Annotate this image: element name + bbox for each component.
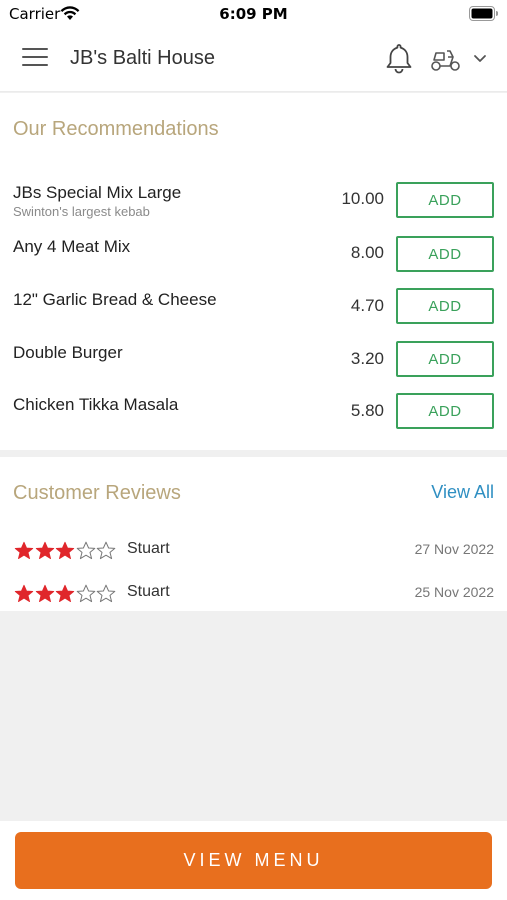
- star-filled-icon: [35, 541, 54, 559]
- add-button[interactable]: ADD: [396, 341, 494, 377]
- clock: 6:09 PM: [219, 5, 288, 23]
- review-row: Stuart 25 Nov 2022: [0, 581, 507, 607]
- app-header: JB's Balti House: [0, 28, 507, 92]
- item-name: Chicken Tikka Masala: [13, 395, 179, 414]
- item-price: 4.70: [350, 296, 384, 315]
- status-bar: Carrier 6:09 PM: [0, 0, 507, 28]
- recommendations-section: Our Recommendations JBs Special Mix Larg…: [0, 93, 507, 450]
- star-filled-icon: [35, 584, 54, 602]
- star-empty-icon: [96, 541, 116, 560]
- bell-icon[interactable]: [384, 42, 414, 74]
- star-filled-icon: [55, 584, 75, 602]
- list-item: Chicken Tikka Masala 5.80 ADD: [0, 393, 507, 443]
- list-item: Double Burger 3.20 ADD: [0, 341, 507, 391]
- review-row: Stuart 27 Nov 2022: [0, 538, 507, 564]
- item-price: 5.80: [350, 401, 384, 420]
- star-empty-icon: [76, 584, 95, 603]
- bottom-bar: VIEW MENU: [0, 821, 507, 900]
- item-price: 10.00: [341, 189, 384, 208]
- list-item: 12" Garlic Bread & Cheese 4.70 ADD: [0, 288, 507, 338]
- add-button[interactable]: ADD: [396, 236, 494, 272]
- star-rating: [14, 541, 117, 561]
- list-item: JBs Special Mix Large Swinton's largest …: [0, 182, 507, 231]
- star-filled-icon: [55, 541, 75, 559]
- star-empty-icon: [96, 584, 116, 603]
- reviewer-name: Stuart: [127, 583, 170, 600]
- review-date: 27 Nov 2022: [414, 541, 494, 557]
- recommendations-title: Our Recommendations: [13, 118, 219, 140]
- list-item: Any 4 Meat Mix 8.00 ADD: [0, 236, 507, 285]
- add-button[interactable]: ADD: [396, 182, 494, 218]
- chevron-down-icon[interactable]: [472, 52, 488, 64]
- battery-icon: [469, 6, 498, 21]
- reviews-section: Customer Reviews View All Stuart 27 Nov …: [0, 457, 507, 611]
- restaurant-title: JB's Balti House: [70, 47, 215, 69]
- item-name: Any 4 Meat Mix: [13, 237, 131, 256]
- hamburger-menu-icon[interactable]: [22, 48, 48, 70]
- star-rating: [14, 584, 117, 604]
- add-button[interactable]: ADD: [396, 288, 494, 324]
- item-price: 8.00: [350, 243, 384, 262]
- item-name: JBs Special Mix Large: [13, 183, 182, 202]
- star-filled-icon: [14, 584, 34, 602]
- view-menu-button[interactable]: VIEW MENU: [15, 832, 492, 889]
- reviews-title: Customer Reviews: [13, 482, 181, 504]
- item-name: Double Burger: [13, 343, 123, 362]
- review-date: 25 Nov 2022: [414, 584, 494, 600]
- scooter-icon[interactable]: [430, 46, 462, 72]
- star-empty-icon: [76, 541, 95, 560]
- item-description: Swinton's largest kebab: [13, 204, 150, 219]
- reviewer-name: Stuart: [127, 540, 170, 557]
- item-price: 3.20: [350, 349, 384, 368]
- add-button[interactable]: ADD: [396, 393, 494, 429]
- star-filled-icon: [14, 541, 34, 559]
- view-all-link[interactable]: View All: [431, 482, 494, 503]
- item-name: 12" Garlic Bread & Cheese: [13, 290, 217, 309]
